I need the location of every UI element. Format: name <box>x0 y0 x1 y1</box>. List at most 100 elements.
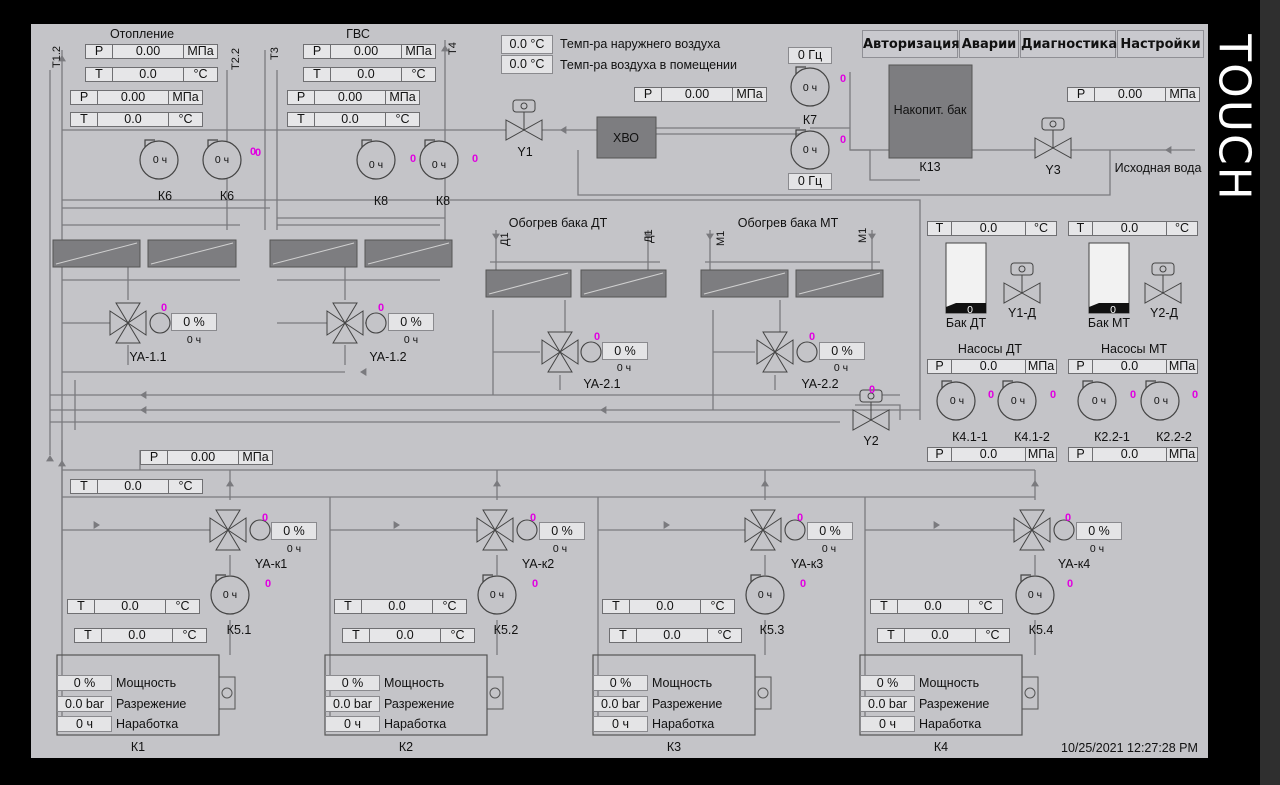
nav-authorization[interactable]: Авторизация <box>862 30 960 58</box>
pump-k51-status: 0 <box>262 512 269 524</box>
readout-tank-dt-t-value[interactable]: 0.0 <box>951 221 1026 236</box>
readout-k3-t1-value[interactable]: 0.0 <box>629 599 701 614</box>
pump-k52-hours: 0 ч <box>489 589 505 601</box>
pump-k53-hours: 0 ч <box>757 589 773 601</box>
readout-k3-t2-value[interactable]: 0.0 <box>636 628 708 643</box>
valve-ya11-position[interactable]: 0 % <box>171 313 217 331</box>
boiler-k4-draft-value[interactable]: 0.0 bar <box>860 696 915 712</box>
boiler-k4-power-value[interactable]: 0 % <box>860 675 915 691</box>
valve-ya21-position[interactable]: 0 % <box>602 342 648 360</box>
readout-k2-t2-value[interactable]: 0.0 <box>369 628 441 643</box>
flow-arrow <box>393 521 400 529</box>
valve-yak4-position[interactable]: 0 % <box>1076 522 1122 540</box>
flow-arrow <box>360 368 367 376</box>
motor-ya12 <box>365 312 387 334</box>
readout-t-2-value[interactable]: 0.0 <box>314 112 386 127</box>
flow-arrow <box>93 521 100 529</box>
readout-k2-t1-value[interactable]: 0.0 <box>361 599 433 614</box>
k22-2-label: К2.2-2 <box>1156 430 1192 444</box>
pump-k7-bottom-status: 0 <box>840 134 847 146</box>
readout-t-2-tag: T <box>287 112 315 127</box>
pump-k22-1-hours: 0 ч <box>1091 395 1107 407</box>
readout-source-p-unit: МПа <box>1165 87 1200 102</box>
valve-y1d-b <box>1020 282 1041 304</box>
boiler-k3-hours-value[interactable]: 0 ч <box>593 716 648 732</box>
readout-heating-p-tag: P <box>85 44 113 59</box>
valve-yak1-position[interactable]: 0 % <box>271 522 317 540</box>
boiler-k1-power-value[interactable]: 0 % <box>57 675 112 691</box>
readout-p-2-value[interactable]: 0.00 <box>314 90 386 105</box>
readout-pumps-mt-p2-value[interactable]: 0.0 <box>1092 447 1167 462</box>
boiler-k3-draft-value[interactable]: 0.0 bar <box>593 696 648 712</box>
readout-pumps-mt-p2-tag: P <box>1068 447 1093 462</box>
readout-k4-t2-value[interactable]: 0.0 <box>904 628 976 643</box>
readout-heating-p-unit: МПа <box>183 44 218 59</box>
nav-alarms[interactable]: Аварии <box>959 30 1019 58</box>
flow-arrow <box>140 406 147 414</box>
valve-yak2-position[interactable]: 0 % <box>539 522 585 540</box>
readout-k2-t1-unit: °C <box>432 599 467 614</box>
k41-2-label: К4.1-2 <box>1014 430 1050 444</box>
readout-pumps-mt-p2-unit: МПа <box>1166 447 1198 462</box>
readout-boiler-p-tag: P <box>140 450 168 465</box>
boiler-k1-power-label: Мощность <box>116 676 177 690</box>
readout-dhw-p-value[interactable]: 0.00 <box>330 44 402 59</box>
ya11-label: YA-1.1 <box>129 350 167 364</box>
nav-settings[interactable]: Настройки <box>1117 30 1204 58</box>
boiler-k1-name: К1 <box>130 740 146 754</box>
indoor-temp-value[interactable]: 0.0 °C <box>501 55 553 74</box>
readout-tank-mt-t-value[interactable]: 0.0 <box>1092 221 1167 236</box>
indoor-temp-label: Темп-ра воздуха в помещении <box>560 58 737 72</box>
boiler-k2-draft-value[interactable]: 0.0 bar <box>325 696 380 712</box>
boiler-k3-power-value[interactable]: 0 % <box>593 675 648 691</box>
boiler-k2-hours-value[interactable]: 0 ч <box>325 716 380 732</box>
ya21-label: YA-2.1 <box>583 377 621 391</box>
readout-heating-p-value[interactable]: 0.00 <box>112 44 184 59</box>
readout-pumps-mt-p1-tag: P <box>1068 359 1093 374</box>
valve-y1d-a <box>1003 282 1024 304</box>
k6b-label: К6 <box>219 189 235 203</box>
k7-freq-bottom[interactable]: 0 Гц <box>788 173 832 190</box>
readout-t-1-unit: °C <box>168 112 203 127</box>
dhw-title: ГВС <box>346 27 370 41</box>
readout-boiler-t-value[interactable]: 0.0 <box>97 479 169 494</box>
readout-boiler-p-value[interactable]: 0.00 <box>167 450 239 465</box>
readout-pumps-dt-p1-value[interactable]: 0.0 <box>951 359 1026 374</box>
readout-heating-t-value[interactable]: 0.0 <box>112 67 184 82</box>
readout-k1-t1-value[interactable]: 0.0 <box>94 599 166 614</box>
readout-pumps-mt-p1-value[interactable]: 0.0 <box>1092 359 1167 374</box>
status-k51: 0 <box>265 578 272 590</box>
readout-pumps-dt-p2-value[interactable]: 0.0 <box>951 447 1026 462</box>
valve-yak3-position[interactable]: 0 % <box>807 522 853 540</box>
outdoor-temp-value[interactable]: 0.0 °C <box>501 35 553 54</box>
status-k52: 0 <box>532 578 539 590</box>
readout-xvo-p-value[interactable]: 0.00 <box>661 87 733 102</box>
boiler-k2-power-value[interactable]: 0 % <box>325 675 380 691</box>
k22-1-label: К2.2-1 <box>1094 430 1130 444</box>
valve-ya22-position[interactable]: 0 % <box>819 342 865 360</box>
pumps-dt-title: Насосы ДТ <box>957 342 1023 356</box>
readout-k1-t2-value[interactable]: 0.0 <box>101 628 173 643</box>
valve-y2-b <box>869 409 890 431</box>
readout-p-1-value[interactable]: 0.00 <box>97 90 169 105</box>
readout-k4-t1-value[interactable]: 0.0 <box>897 599 969 614</box>
k7-freq-top[interactable]: 0 Гц <box>788 47 832 64</box>
boiler-k1-hours-value[interactable]: 0 ч <box>57 716 112 732</box>
status-y2: 0 <box>869 384 876 396</box>
readout-dhw-p-unit: МПа <box>401 44 436 59</box>
pump-k52-status: 0 <box>530 512 537 524</box>
flow-arrow <box>58 460 66 467</box>
readout-t-1-value[interactable]: 0.0 <box>97 112 169 127</box>
valve-ya12-position[interactable]: 0 % <box>388 313 434 331</box>
nav-diagnostics[interactable]: Диагностика <box>1020 30 1117 58</box>
readout-pumps-dt-p2-unit: МПа <box>1025 447 1057 462</box>
readout-heating-t-tag: T <box>85 67 113 82</box>
y3-label: Y3 <box>1045 163 1061 177</box>
readout-dhw-t-value[interactable]: 0.0 <box>330 67 402 82</box>
pipe-line <box>577 150 1111 196</box>
readout-source-p-value[interactable]: 0.00 <box>1094 87 1166 102</box>
boiler-k3-draft-label: Разрежение <box>652 697 723 711</box>
readout-xvo-p-unit: МПа <box>732 87 767 102</box>
boiler-k4-hours-value[interactable]: 0 ч <box>860 716 915 732</box>
boiler-k1-draft-value[interactable]: 0.0 bar <box>57 696 112 712</box>
